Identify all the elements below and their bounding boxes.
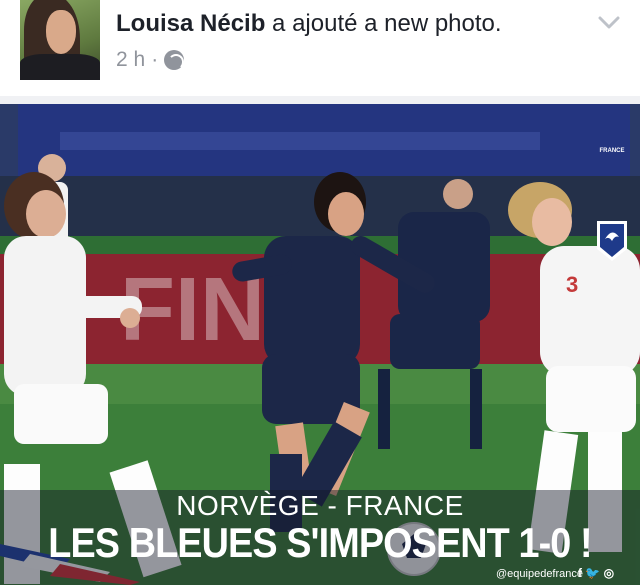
post-header: Louisa Nécib a ajouté a new photo. 2 h · — [0, 0, 640, 96]
author-name[interactable]: Louisa Nécib — [116, 10, 265, 37]
svg-text:3: 3 — [566, 272, 578, 297]
post-timestamp[interactable]: 2 h — [116, 48, 145, 72]
caption-match: NORVÈGE - FRANCE — [176, 490, 464, 521]
chevron-down-icon[interactable] — [596, 10, 622, 36]
avatar[interactable] — [20, 0, 100, 80]
caption-headline: LES BLEUES S'IMPOSENT 1-0 ! — [48, 519, 592, 566]
globe-icon[interactable] — [164, 50, 185, 70]
post-meta: 2 h · — [116, 48, 185, 72]
post-action: a ajouté a new photo. — [272, 10, 502, 37]
post-headline: Louisa Nécib a ajouté a new photo. — [116, 10, 502, 38]
photo-credit: @equipedefrance — [496, 568, 584, 580]
fff-badge-text: FRANCE — [599, 148, 625, 154]
meta-separator: · — [151, 48, 159, 71]
fff-logo — [597, 221, 627, 261]
social-icons: f 🐦 ◎ — [578, 566, 615, 580]
